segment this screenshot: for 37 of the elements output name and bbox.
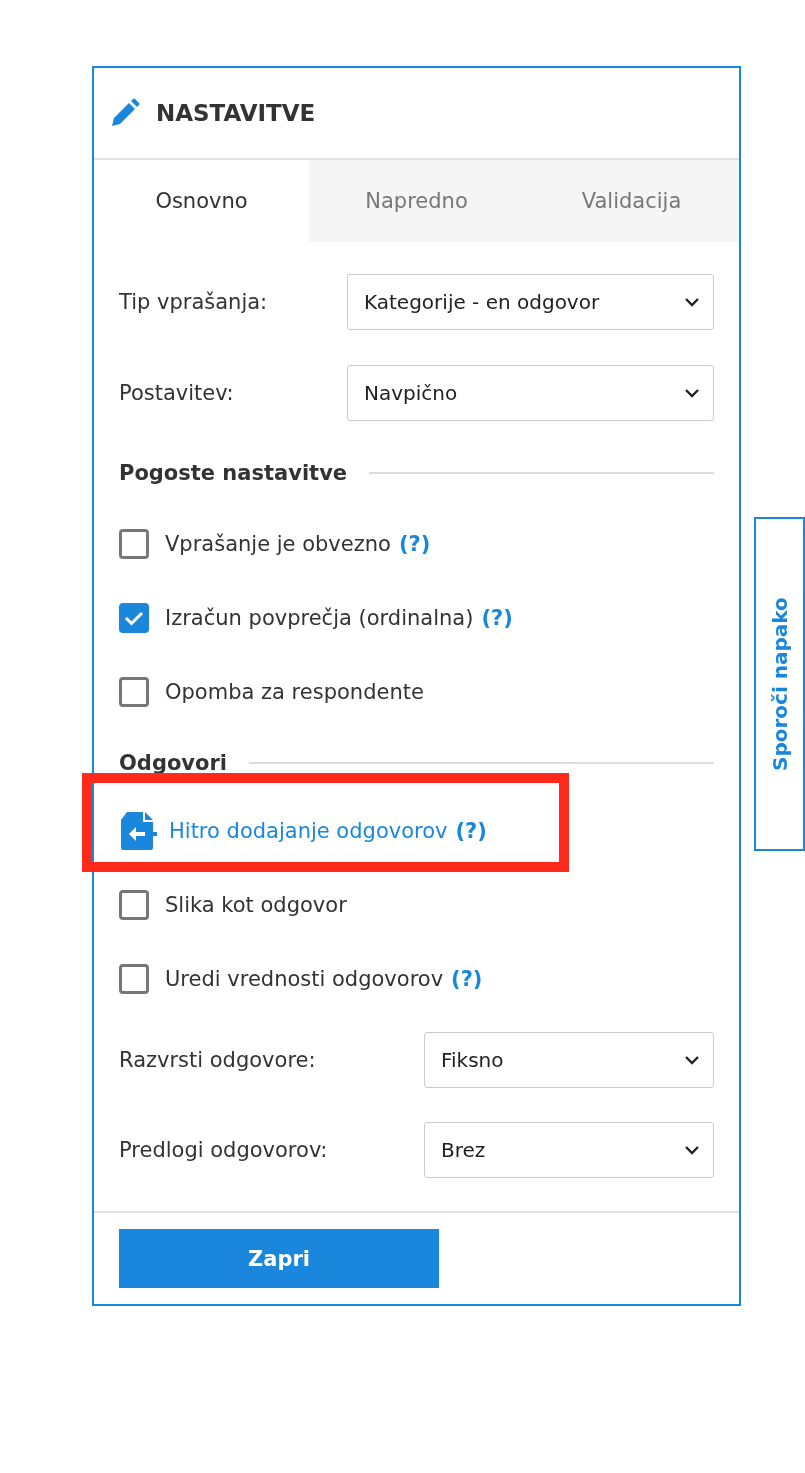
help-link[interactable]: (?)	[455, 819, 487, 843]
checkbox[interactable]	[119, 677, 149, 707]
checkbox[interactable]	[119, 603, 149, 633]
checkbox[interactable]	[119, 964, 149, 994]
chevron-icon	[685, 1145, 699, 1155]
field-label: Postavitev:	[119, 381, 235, 405]
dropdown[interactable]: Fiksno	[424, 1032, 714, 1088]
panel-title: NASTAVITVE	[156, 100, 316, 126]
section-heading: Pogoste nastavitve	[119, 461, 348, 485]
checkbox-label: Uredi vrednosti odgovorov	[165, 967, 444, 991]
chevron-icon	[685, 388, 699, 398]
help-link[interactable]: (?)	[481, 606, 513, 630]
quick-add-link[interactable]: Hitro dodajanje odgovorov	[169, 819, 448, 843]
check-icon	[124, 610, 144, 626]
checkbox-label: Vprašanje je obvezno	[165, 532, 391, 556]
file-import-icon	[119, 812, 157, 850]
chevron-icon	[685, 1055, 699, 1065]
checkbox-label: Opomba za respondente	[165, 680, 424, 704]
checkbox-label: Izračun povprečja (ordinalna)	[165, 606, 474, 630]
pencil-icon	[110, 98, 140, 128]
checkbox[interactable]	[119, 529, 149, 559]
dropdown[interactable]: Navpično	[347, 365, 714, 421]
help-link[interactable]: (?)	[398, 532, 431, 556]
chevron-icon	[685, 297, 699, 307]
dropdown[interactable]: Brez	[424, 1122, 714, 1178]
tab[interactable]: Napredno	[309, 160, 524, 242]
tab[interactable]: Validacija	[524, 160, 739, 242]
report-error-button[interactable]: Sporoči napako	[754, 517, 805, 851]
field-label: Tip vprašanja:	[119, 290, 269, 314]
field-label: Razvrsti odgovore:	[119, 1048, 317, 1072]
dropdown[interactable]: Kategorije - en odgovor	[347, 274, 714, 330]
field-label: Predlogi odgovorov:	[119, 1138, 329, 1162]
section-heading: Odgovori	[119, 751, 227, 775]
close-button[interactable]: Zapri	[119, 1229, 439, 1288]
help-link[interactable]: (?)	[451, 967, 483, 991]
checkbox-label: Slika kot odgovor	[165, 893, 347, 917]
checkbox[interactable]	[119, 890, 149, 920]
